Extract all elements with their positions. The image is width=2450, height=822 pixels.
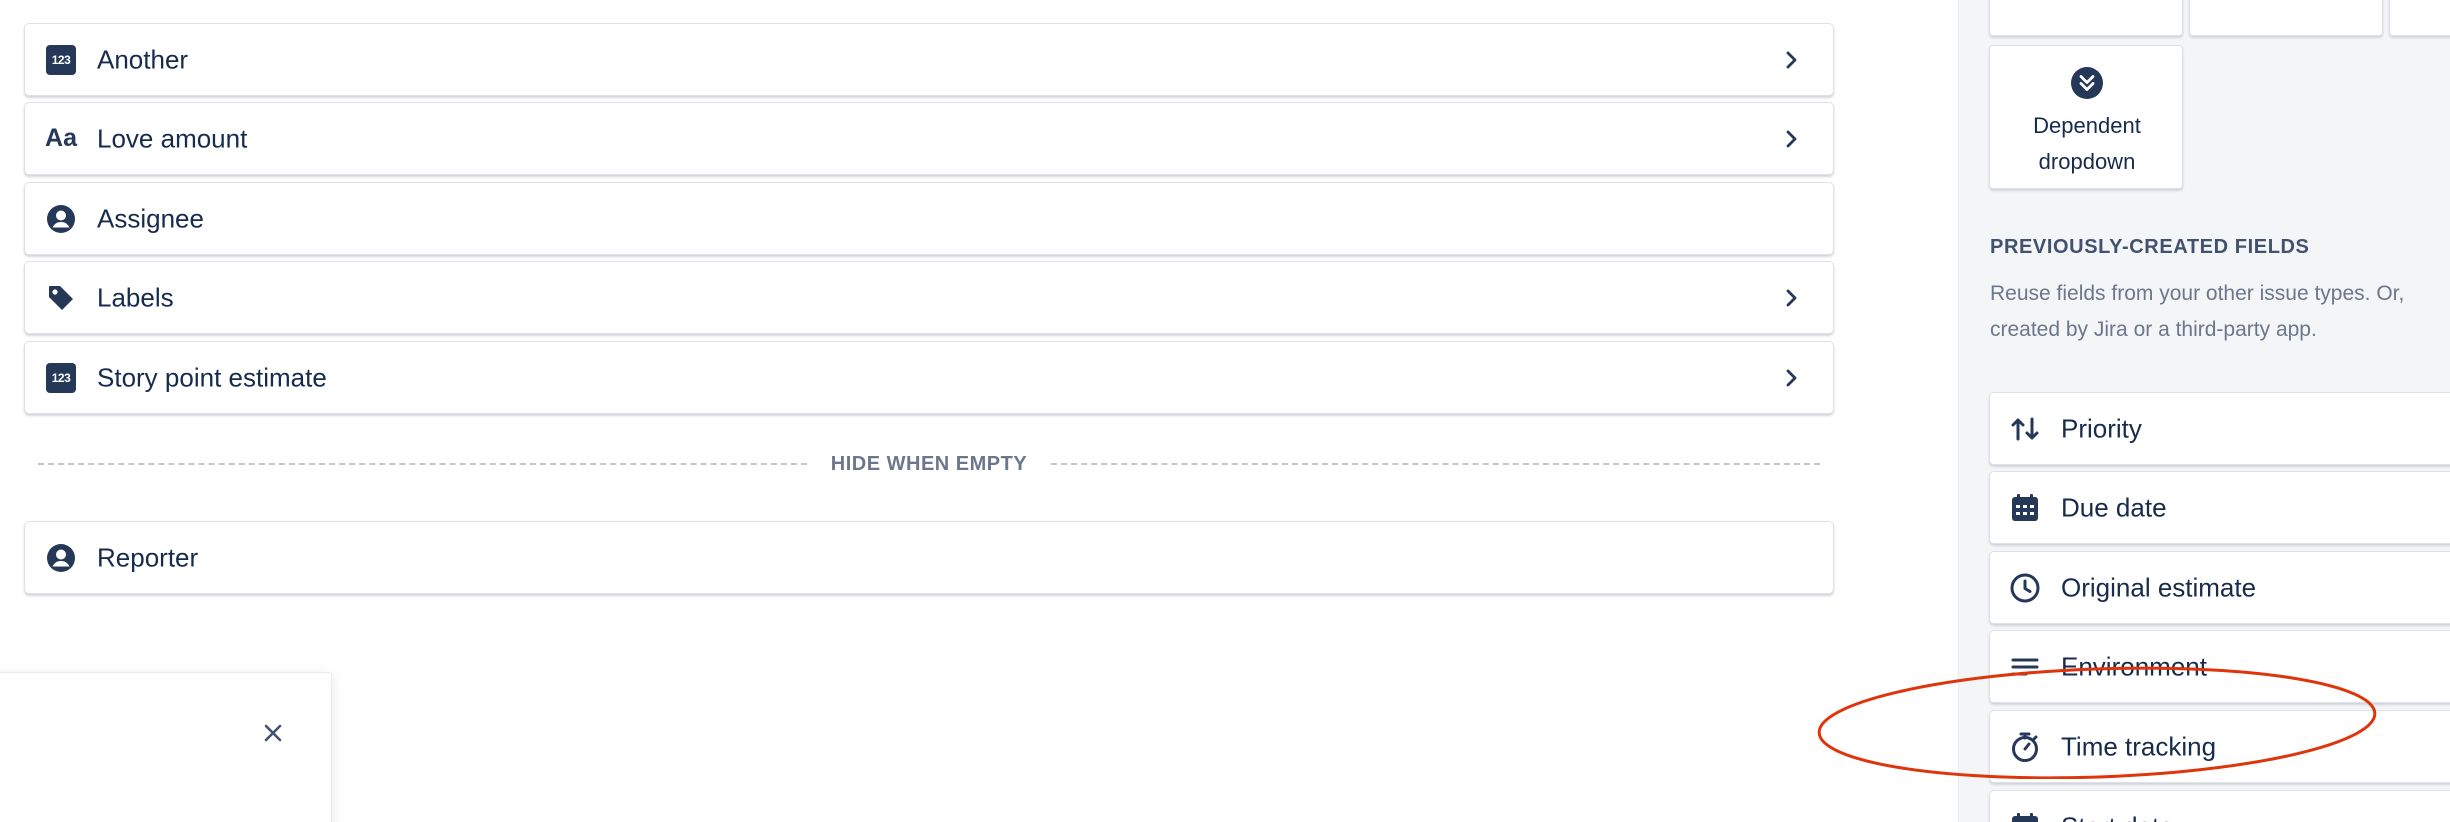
dashed-line (38, 463, 807, 465)
chevron-right-icon[interactable] (1779, 48, 1803, 72)
field-type-tile[interactable] (1989, 0, 2183, 36)
field-type-tile[interactable] (2189, 0, 2383, 36)
person-icon (45, 542, 77, 574)
hide-when-empty-divider: HIDE WHEN EMPTY (38, 452, 1820, 476)
sidebar-field-due-date[interactable]: Due date (1989, 471, 2450, 544)
field-row-another[interactable]: 123 Another (24, 23, 1834, 96)
field-row-love-amount[interactable]: Aa Love amount (24, 102, 1834, 175)
divider-label: HIDE WHEN EMPTY (830, 452, 1028, 475)
previously-created-heading: PREVIOUSLY-CREATED FIELDS (1990, 236, 2310, 258)
chevron-right-icon[interactable] (1779, 366, 1803, 390)
field-configuration-screen: 123 Another Aa Love amount Assignee Labe… (0, 0, 2450, 822)
field-label: Story point estimate (97, 362, 327, 392)
tag-icon (45, 282, 77, 314)
person-icon (45, 203, 77, 235)
priority-arrows-icon (2008, 412, 2042, 446)
field-label: Time tracking (2061, 731, 2217, 761)
number-icon: 123 (45, 362, 77, 394)
clock-icon (2008, 571, 2042, 605)
previously-created-description: Reuse fields from your other issue types… (1990, 282, 2405, 341)
chevron-right-icon[interactable] (1779, 127, 1803, 151)
field-row-assignee[interactable]: Assignee (24, 182, 1834, 255)
field-label: Environment (2061, 651, 2207, 681)
dashed-line (1051, 463, 1820, 465)
text-lines-icon (2008, 650, 2042, 684)
field-label: Start date (2061, 811, 2174, 822)
field-label: Another (97, 44, 189, 74)
field-row-story-point-estimate[interactable]: 123 Story point estimate (24, 341, 1834, 414)
field-label: Reporter (97, 542, 199, 572)
sidebar-field-start-date[interactable]: Start date (1989, 790, 2450, 822)
sidebar-field-original-estimate[interactable]: Original estimate (1989, 551, 2450, 624)
field-row-labels[interactable]: Labels (24, 261, 1834, 334)
sidebar-field-time-tracking[interactable]: Time tracking (1989, 710, 2450, 783)
dependent-dropdown-tile[interactable]: Dependent dropdown (1989, 45, 2183, 189)
number-icon: 123 (45, 44, 77, 76)
field-label: Labels (97, 282, 174, 312)
text-field-icon: Aa (45, 124, 77, 152)
field-type-tile[interactable] (2389, 0, 2450, 36)
calendar-icon (2008, 491, 2042, 525)
field-label: Due date (2061, 492, 2167, 522)
close-icon[interactable] (259, 719, 287, 747)
dependent-dropdown-label: Dependent dropdown (2033, 113, 2141, 174)
field-row-reporter[interactable]: Reporter (24, 521, 1834, 594)
calendar-icon (2008, 810, 2042, 822)
chevron-double-down-icon (2071, 67, 2103, 99)
sidebar-field-priority[interactable]: Priority (1989, 392, 2450, 465)
sidebar-field-environment[interactable]: Environment (1989, 630, 2450, 703)
field-label: Love amount (97, 123, 248, 153)
stopwatch-icon (2008, 730, 2042, 764)
chevron-right-icon[interactable] (1779, 286, 1803, 310)
field-sidebar: Dependent dropdown PREVIOUSLY-CREATED FI… (1958, 0, 2450, 822)
field-label: Assignee (97, 203, 204, 233)
field-label: Priority (2061, 413, 2142, 443)
field-label: Original estimate (2061, 572, 2257, 602)
floating-panel (0, 672, 332, 822)
